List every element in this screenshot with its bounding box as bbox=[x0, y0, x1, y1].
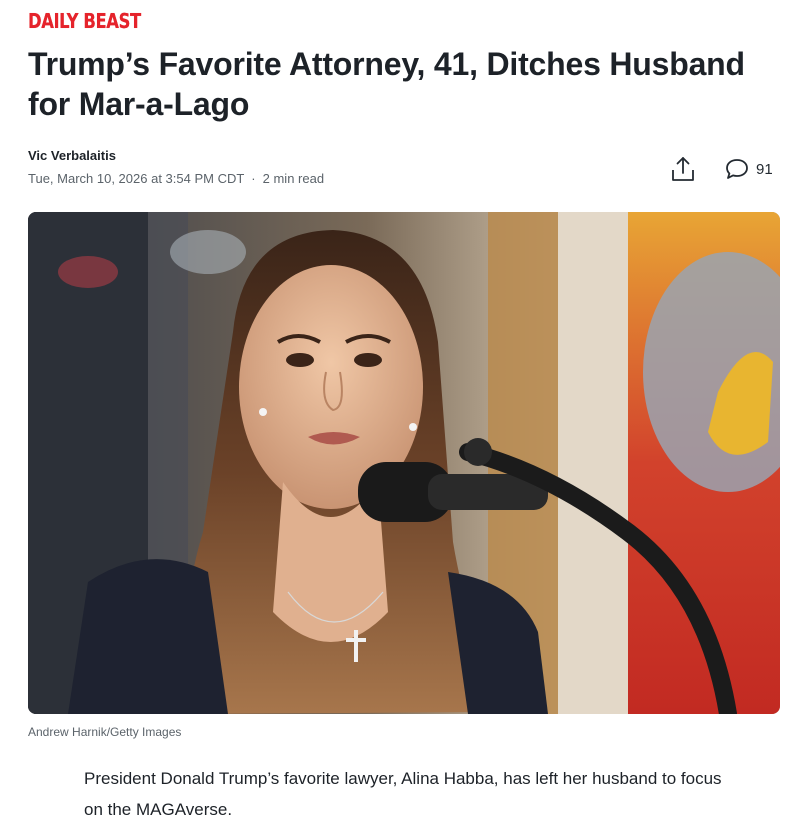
comment-bubble-icon bbox=[726, 159, 748, 179]
article-lede: President Donald Trump’s favorite lawyer… bbox=[84, 769, 722, 819]
publish-date: Tue, March 10, 2026 at 3:54 PM CDT bbox=[28, 171, 245, 186]
image-caption: Andrew Harnik/Getty Images bbox=[28, 725, 182, 739]
read-time: 2 min read bbox=[262, 171, 325, 186]
share-icon bbox=[672, 157, 694, 181]
author-name[interactable]: Vic Verbalaitis bbox=[28, 148, 116, 163]
article-meta: Tue, March 10, 2026 at 3:54 PM CDT · 2 min… bbox=[28, 171, 324, 186]
hero-photo-illustration bbox=[28, 212, 780, 714]
article-headline: Trump’s Favorite Attorney, 41, Ditches H… bbox=[28, 46, 745, 122]
comments-button[interactable]: 91 bbox=[724, 156, 773, 182]
comment-count: 91 bbox=[756, 160, 773, 178]
daily-beast-logo[interactable]: DAILY BEAST bbox=[28, 9, 141, 33]
hero-image[interactable] bbox=[28, 212, 780, 714]
meta-separator: · bbox=[251, 171, 256, 186]
share-button[interactable] bbox=[670, 155, 696, 183]
